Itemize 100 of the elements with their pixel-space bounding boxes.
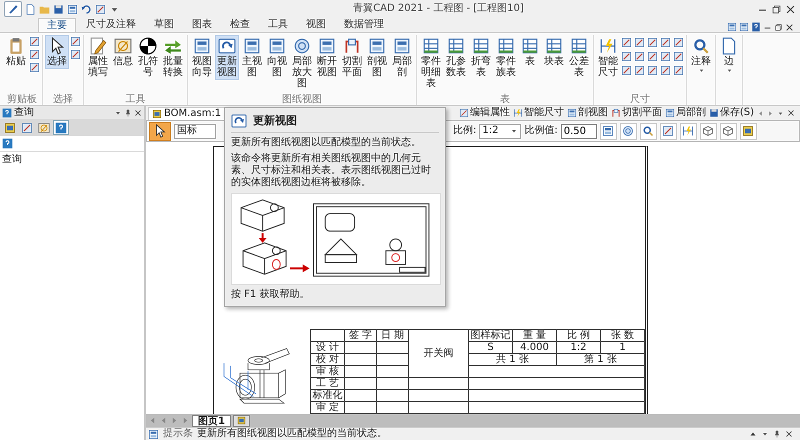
ribbon-button[interactable]: 向视图	[265, 35, 289, 80]
ribbon-button[interactable]: 粘贴	[4, 35, 28, 69]
ribbon-button[interactable]: 孔符号	[136, 35, 160, 80]
sheet-icon[interactable]	[739, 22, 749, 32]
tool-button[interactable]	[620, 122, 637, 140]
caret-icon[interactable]	[761, 430, 769, 438]
ribbon-button[interactable]: 选择	[45, 35, 69, 69]
ribbon-button[interactable]: 折弯表	[469, 35, 493, 80]
sheet-tab[interactable]: 图页1	[192, 414, 231, 426]
tool-button[interactable]	[740, 122, 757, 140]
tool-icon[interactable]	[29, 62, 40, 73]
ribbon-tab[interactable]: 工具	[260, 18, 296, 32]
pin-icon[interactable]	[773, 430, 781, 438]
close-button[interactable]	[785, 23, 794, 32]
ribbon-button[interactable]: 属性填写	[86, 35, 110, 80]
tool-icon[interactable]	[647, 37, 658, 48]
select-tool-button[interactable]	[149, 122, 171, 140]
ribbon-button[interactable]: 零件族表	[494, 35, 518, 80]
tool-button[interactable]	[660, 122, 677, 140]
toolbar-button[interactable]: 剖视图	[566, 107, 608, 119]
panel-tab[interactable]	[19, 120, 35, 135]
tool-icon[interactable]	[634, 65, 645, 76]
tool-icon[interactable]	[634, 51, 645, 62]
tree-item[interactable]: 查询	[2, 154, 22, 165]
ribbon-button[interactable]: 局部放大图	[290, 35, 314, 91]
tool-icon[interactable]	[634, 37, 645, 48]
ribbon-button[interactable]: 表	[519, 35, 541, 69]
ribbon-tab[interactable]: 数据管理	[336, 18, 392, 32]
ribbon-tab[interactable]: 图表	[184, 18, 220, 32]
restore-button[interactable]	[774, 23, 783, 32]
ribbon-button[interactable]: 信息	[111, 35, 135, 69]
ribbon-button[interactable]: 智能尺寸	[596, 35, 620, 80]
ribbon-button[interactable]: 批量转换	[161, 35, 185, 80]
pin-icon[interactable]	[124, 108, 132, 116]
ribbon-button[interactable]: 局部剖	[390, 35, 414, 80]
tool-icon[interactable]	[673, 65, 684, 76]
scale-dropdown[interactable]: 1:2	[479, 124, 522, 138]
ribbon-button[interactable]: 块表	[542, 35, 566, 69]
ribbon-tab[interactable]: 尺寸及注释	[78, 18, 144, 32]
ribbon-button[interactable]: 公差表	[567, 35, 591, 80]
caret-icon[interactable]	[777, 110, 784, 116]
ribbon-tab[interactable]: 视图	[298, 18, 334, 32]
standard-dropdown[interactable]: 国标	[174, 124, 216, 138]
tool-icon[interactable]	[660, 51, 671, 62]
ribbon-tab[interactable]: 草图	[146, 18, 182, 32]
sheet-icon[interactable]	[67, 4, 78, 14]
panel-tab[interactable]	[2, 120, 18, 135]
document-tab[interactable]: BOM.asm:1	[148, 106, 226, 120]
tool-button[interactable]	[640, 122, 657, 140]
tool-icon[interactable]	[70, 36, 81, 47]
tool-icon[interactable]	[621, 65, 632, 76]
toolbar-button[interactable]: 保存(S)	[708, 107, 754, 119]
tool-icon[interactable]	[29, 49, 40, 60]
help-icon[interactable]	[751, 22, 761, 32]
tool-button[interactable]	[700, 122, 717, 140]
ribbon-button[interactable]: 孔参数表	[444, 35, 468, 80]
tool-icon[interactable]	[29, 36, 40, 47]
toolbar-button[interactable]: 智能尺寸	[512, 107, 564, 119]
tool-icon[interactable]	[660, 65, 671, 76]
close-icon[interactable]	[134, 108, 142, 116]
ribbon-button[interactable]: 切割平面	[340, 35, 364, 80]
ribbon-button[interactable]: 主视图	[240, 35, 264, 80]
sheet-icon[interactable]	[727, 22, 737, 32]
toolbar-button[interactable]: 局部剖	[664, 107, 706, 119]
scale-value-field[interactable]: 0.50	[560, 124, 597, 138]
close-icon[interactable]	[787, 109, 795, 117]
ribbon-button[interactable]: 注释	[689, 35, 713, 76]
tool-icon[interactable]	[70, 49, 81, 60]
query-icon[interactable]	[2, 138, 13, 149]
left-arrow-icon[interactable]	[757, 110, 764, 116]
undo-icon[interactable]	[81, 4, 92, 14]
ribbon-tab[interactable]: 主要	[38, 18, 76, 32]
ribbon-button[interactable]: 视图向导	[190, 35, 214, 80]
up-arrow-icon[interactable]	[749, 430, 757, 438]
tool-button[interactable]	[680, 122, 697, 140]
panel-tab[interactable]	[53, 120, 69, 135]
close-icon[interactable]	[785, 430, 793, 438]
tool-icon[interactable]	[621, 37, 632, 48]
tool-button[interactable]	[720, 122, 737, 140]
save-icon[interactable]	[53, 4, 64, 14]
ribbon-button[interactable]: 零件明细表	[419, 35, 443, 91]
page-icon[interactable]	[25, 4, 36, 14]
tool-icon[interactable]	[647, 65, 658, 76]
tool-icon[interactable]	[660, 37, 671, 48]
tool-icon[interactable]	[673, 51, 684, 62]
ribbon-button[interactable]: 更新视图	[215, 35, 239, 80]
panel-tab[interactable]	[36, 120, 52, 135]
sheet-tab[interactable]	[232, 414, 250, 426]
tool-icon[interactable]	[673, 37, 684, 48]
tool-icon[interactable]	[621, 51, 632, 62]
restore-button[interactable]	[771, 4, 782, 14]
tool-icon[interactable]	[95, 4, 106, 14]
tool-icon[interactable]	[647, 51, 658, 62]
ribbon-button[interactable]: 剖视图	[365, 35, 389, 80]
toolbar-button[interactable]: 切割平面	[610, 107, 662, 119]
close-button[interactable]	[785, 4, 796, 14]
ribbon-button[interactable]: 断开视图	[315, 35, 339, 80]
tool-button[interactable]	[600, 122, 617, 140]
ribbon-button[interactable]: 边	[718, 35, 740, 76]
right-arrow-icon[interactable]	[767, 110, 774, 116]
